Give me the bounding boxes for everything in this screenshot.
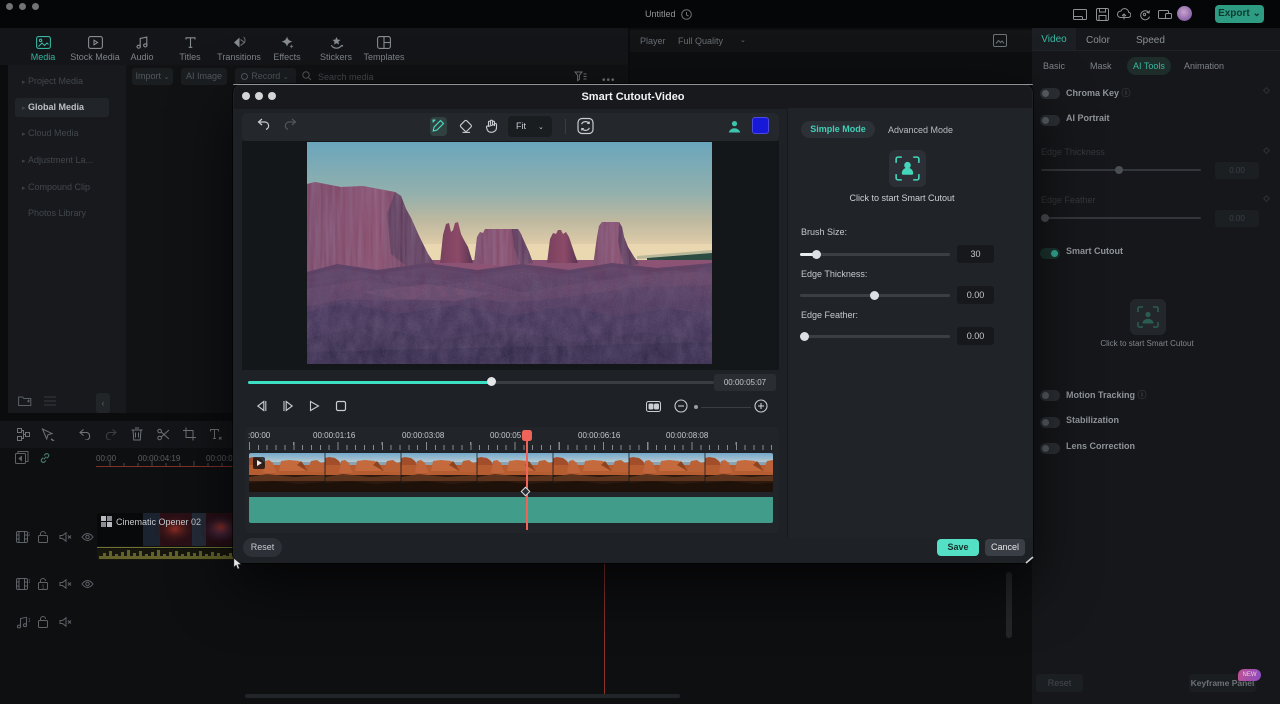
- svg-text:2: 2: [28, 532, 30, 538]
- svg-text:1: 1: [28, 579, 30, 585]
- svg-text:1: 1: [28, 618, 30, 624]
- svg-text:1: 1: [42, 585, 45, 591]
